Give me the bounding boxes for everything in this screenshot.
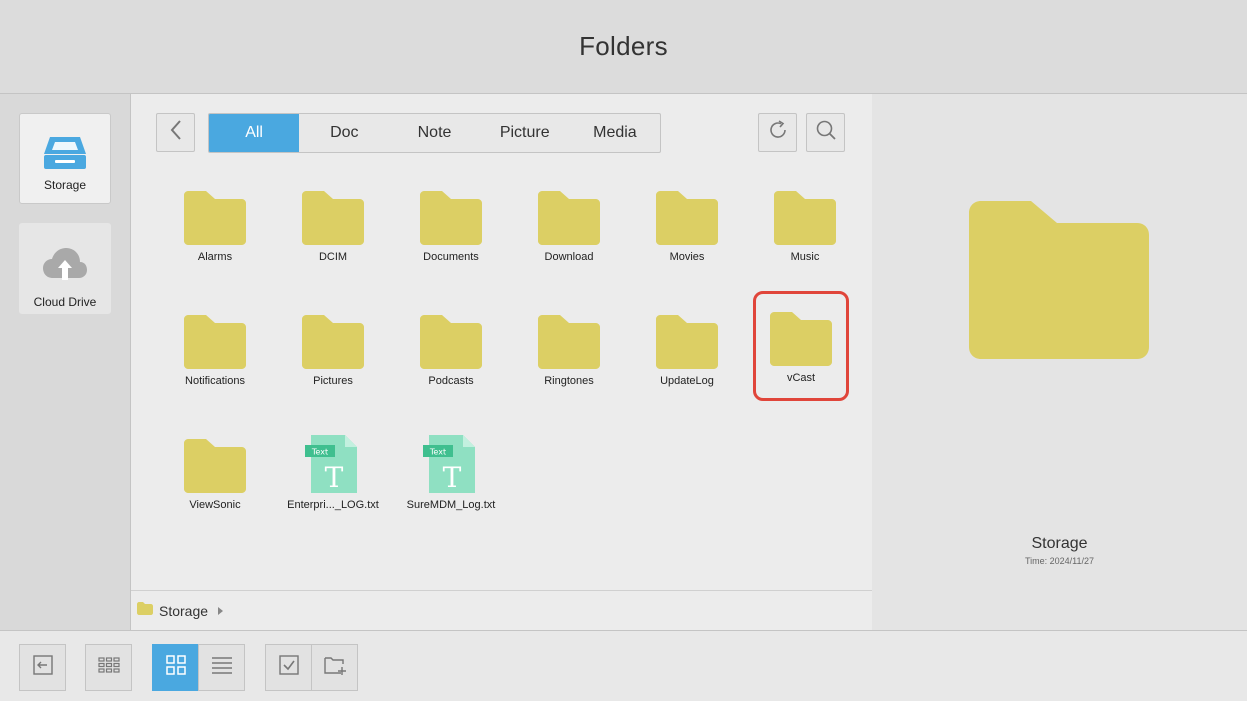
apps-button[interactable] xyxy=(85,644,132,691)
refresh-button[interactable] xyxy=(758,113,797,152)
tab-picture[interactable]: Picture xyxy=(480,114,570,152)
breadcrumb-arrow-icon xyxy=(218,606,224,615)
storage-drive-icon xyxy=(41,128,89,178)
item-label: DCIM xyxy=(318,251,348,263)
folder-item-dcim[interactable]: DCIM xyxy=(277,186,389,296)
folder-icon xyxy=(538,313,600,369)
search-icon xyxy=(814,118,838,147)
item-label: Alarms xyxy=(197,251,233,263)
folder-icon xyxy=(656,189,718,245)
sidebar-item-label: Storage xyxy=(43,178,87,192)
title-bar: Folders xyxy=(0,0,1247,94)
folder-icon xyxy=(656,313,718,369)
folder-icon xyxy=(538,189,600,245)
new-folder-icon xyxy=(323,654,347,681)
folder-item-ringtones[interactable]: Ringtones xyxy=(513,310,625,420)
item-label: Notifications xyxy=(185,375,245,387)
preview-panel: Storage Time: 2024/11/27 xyxy=(872,94,1247,630)
sidebar-item-storage[interactable]: Storage xyxy=(19,113,111,204)
item-label: Movies xyxy=(669,251,705,263)
list-view-icon xyxy=(211,656,233,679)
preview-folder-icon xyxy=(969,201,1149,364)
folder-item-documents[interactable]: Documents xyxy=(395,186,507,296)
item-label: UpdateLog xyxy=(660,375,714,387)
item-label: Podcasts xyxy=(428,375,474,387)
folder-item-music[interactable]: Music xyxy=(749,186,861,296)
list-view-button[interactable] xyxy=(198,644,245,691)
exit-icon xyxy=(32,654,54,681)
folder-icon xyxy=(137,601,153,620)
tab-media[interactable]: Media xyxy=(570,114,660,152)
file-browser: All Doc Note Picture Media Alarms DCIM Doc… xyxy=(131,94,872,630)
item-label: Music xyxy=(790,251,820,263)
folder-icon xyxy=(184,189,246,245)
text-badge: Text xyxy=(311,448,328,457)
folder-item-movies[interactable]: Movies xyxy=(631,186,743,296)
new-folder-button[interactable] xyxy=(311,644,358,691)
search-button[interactable] xyxy=(806,113,845,152)
breadcrumb-item-storage[interactable]: Storage xyxy=(159,603,208,619)
folder-icon xyxy=(420,189,482,245)
file-item-suremdm-log-txt[interactable]: Text T SureMDM_Log.txt xyxy=(395,434,507,544)
cloud-upload-icon xyxy=(41,241,89,291)
text-badge: Text xyxy=(429,448,446,457)
breadcrumb: Storage xyxy=(131,590,872,630)
file-item-enterpri-log-txt[interactable]: Text T Enterpri..._LOG.txt xyxy=(277,434,389,544)
multi-select-button[interactable] xyxy=(265,644,312,691)
preview-time: Time: 2024/11/27 xyxy=(1024,556,1095,566)
sidebar-item-label: Cloud Drive xyxy=(33,295,97,309)
folder-icon xyxy=(302,189,364,245)
item-label: vCast xyxy=(786,372,816,384)
folder-item-vcast[interactable]: vCast xyxy=(753,291,849,401)
folder-icon xyxy=(774,189,836,245)
refresh-icon xyxy=(766,118,790,147)
item-label: Download xyxy=(544,251,594,263)
sidebar: Storage Cloud Drive xyxy=(0,94,131,630)
item-label: Ringtones xyxy=(544,375,594,387)
preview-name: Storage xyxy=(1031,535,1088,552)
text-file-icon: Text T xyxy=(305,435,361,493)
text-glyph: T xyxy=(443,461,462,493)
item-label: Enterpri..._LOG.txt xyxy=(287,499,379,511)
text-glyph: T xyxy=(325,461,344,493)
folder-icon xyxy=(184,313,246,369)
folder-icon xyxy=(184,437,246,493)
folder-item-notifications[interactable]: Notifications xyxy=(159,310,271,420)
folder-item-updatelog[interactable]: UpdateLog xyxy=(631,310,743,420)
item-label: Documents xyxy=(423,251,479,263)
back-button[interactable] xyxy=(156,113,195,152)
folder-item-viewsonic[interactable]: ViewSonic xyxy=(159,434,271,544)
bottom-toolbar xyxy=(0,630,1247,701)
page-title: Folders xyxy=(579,31,668,61)
grid-view-icon xyxy=(165,654,187,681)
item-label: SureMDM_Log.txt xyxy=(406,499,496,511)
item-label: ViewSonic xyxy=(189,499,241,511)
apps-grid-icon xyxy=(97,657,120,678)
folder-item-pictures[interactable]: Pictures xyxy=(277,310,389,420)
checkbox-icon xyxy=(278,654,300,681)
tab-note[interactable]: Note xyxy=(389,114,479,152)
folder-icon xyxy=(770,310,832,366)
folder-item-podcasts[interactable]: Podcasts xyxy=(395,310,507,420)
sidebar-item-cloud-drive[interactable]: Cloud Drive xyxy=(19,223,111,314)
item-label: Pictures xyxy=(313,375,353,387)
folder-icon xyxy=(302,313,364,369)
folder-icon xyxy=(420,313,482,369)
folder-item-download[interactable]: Download xyxy=(513,186,625,296)
exit-button[interactable] xyxy=(19,644,66,691)
tab-doc[interactable]: Doc xyxy=(299,114,389,152)
filter-tabs: All Doc Note Picture Media xyxy=(208,113,661,153)
grid-view-button[interactable] xyxy=(152,644,199,691)
chevron-left-icon xyxy=(169,119,183,146)
folder-item-alarms[interactable]: Alarms xyxy=(159,186,271,296)
tab-all[interactable]: All xyxy=(209,114,300,152)
text-file-icon: Text T xyxy=(423,435,479,493)
